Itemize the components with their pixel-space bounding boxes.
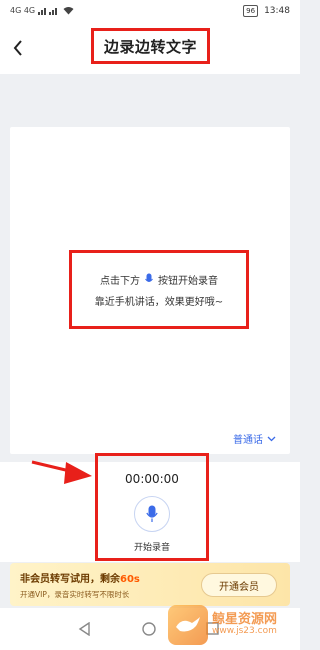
- clock: 13:48: [264, 6, 290, 16]
- hint-line-2: 靠近手机讲话，效果更好哦~: [94, 296, 224, 308]
- language-mode-label: 普通话: [233, 435, 263, 446]
- promo-title: 非会员转写试用，剩余60s: [20, 570, 140, 585]
- promo-title-text: 非会员转写试用，剩余: [20, 574, 120, 585]
- signal-text: 4G 4G: [10, 6, 36, 15]
- record-label: 开始录音: [133, 543, 170, 553]
- hint-line1-post: 按钮开始录音: [158, 275, 218, 287]
- status-right: 96 13:48: [243, 5, 290, 17]
- hint-line-1: 点击下方 按钮开始录音: [100, 272, 218, 287]
- chevron-down-icon: [267, 436, 276, 441]
- watermark-name: 鲸星资源网: [212, 611, 278, 627]
- battery-icon: 96: [243, 5, 259, 17]
- mic-icon: [143, 272, 155, 286]
- page-header: 边录边转文字: [0, 24, 300, 74]
- watermark-url: www.js23.com: [212, 626, 277, 637]
- arrow-annotation-icon: [31, 460, 92, 484]
- page-title: 边录边转文字: [103, 37, 197, 56]
- vip-promo-banner: 非会员转写试用，剩余60s 开通VIP，录音实时转写不限时长 开通会员: [10, 563, 290, 606]
- whale-logo-icon: [168, 605, 208, 645]
- record-button[interactable]: [134, 496, 170, 532]
- status-bar: 4G 4G 96 13:48: [0, 0, 300, 24]
- nav-home-icon[interactable]: [142, 622, 156, 636]
- promo-subtitle: 开通VIP，录音实时转写不限时长: [20, 590, 130, 599]
- back-icon[interactable]: [8, 36, 28, 60]
- title-highlight-box: 边录边转文字: [91, 28, 210, 64]
- app-screen: 4G 4G 96 13:48 边录边转文字 点击下方 按钮开始录音 靠近手机讲话…: [0, 0, 300, 650]
- wifi-icon: [63, 7, 74, 15]
- watermark: 鲸星资源网 www.js23.com: [168, 602, 298, 648]
- watermark-text: 鲸星资源网 www.js23.com: [212, 611, 278, 637]
- signal-indicators: 4G 4G: [10, 6, 74, 15]
- microphone-icon: [146, 505, 158, 522]
- hint-highlight-box: 点击下方 按钮开始录音 靠近手机讲话，效果更好哦~: [69, 250, 249, 329]
- promo-remaining: 60s: [120, 574, 140, 585]
- hint-line1-pre: 点击下方: [100, 275, 140, 287]
- open-vip-button[interactable]: 开通会员: [201, 573, 277, 597]
- record-timer: 00:00:00: [125, 472, 179, 486]
- language-mode-select[interactable]: 普通话: [233, 431, 276, 446]
- signal-icon: [38, 8, 58, 15]
- recorder-highlight-box: 00:00:00 开始录音: [95, 453, 209, 561]
- nav-back-icon[interactable]: [78, 622, 92, 636]
